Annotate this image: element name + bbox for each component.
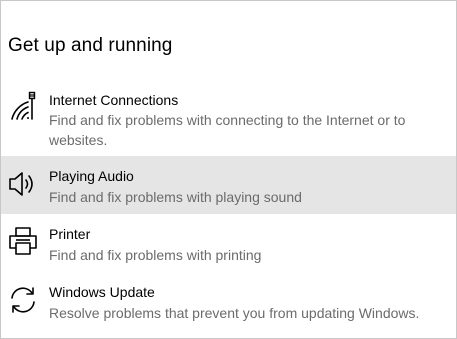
troubleshooter-title: Playing Audio — [49, 168, 134, 184]
troubleshooter-item-playing-audio[interactable]: Playing Audio Find and fix problems with… — [1, 156, 456, 214]
troubleshooter-description: Find and fix problems with printing — [49, 247, 262, 263]
troubleshoot-window: Get up and running Internet Connections … — [0, 0, 457, 339]
troubleshooter-description: Find and fix problems with playing sound — [49, 189, 302, 205]
troubleshooter-item-internet-connections[interactable]: Internet Connections Find and fix proble… — [1, 84, 456, 156]
troubleshooter-item-printer[interactable]: Printer Find and fix problems with print… — [1, 214, 456, 272]
troubleshooter-description: Find and fix problems with connecting to… — [49, 112, 406, 148]
printer-icon — [8, 226, 38, 256]
network-wifi-icon — [8, 91, 38, 121]
troubleshooter-title: Internet Connections — [49, 92, 179, 108]
troubleshooter-list: Internet Connections Find and fix proble… — [1, 84, 456, 332]
section-heading: Get up and running — [8, 35, 173, 56]
troubleshooter-item-windows-update[interactable]: Windows Update Resolve problems that pre… — [1, 272, 456, 332]
troubleshooter-title: Windows Update — [49, 284, 155, 300]
troubleshooter-description: Resolve problems that prevent you from u… — [49, 305, 420, 321]
speaker-icon — [8, 169, 38, 199]
troubleshooter-title: Printer — [49, 226, 91, 242]
sync-arrows-icon — [8, 285, 38, 315]
